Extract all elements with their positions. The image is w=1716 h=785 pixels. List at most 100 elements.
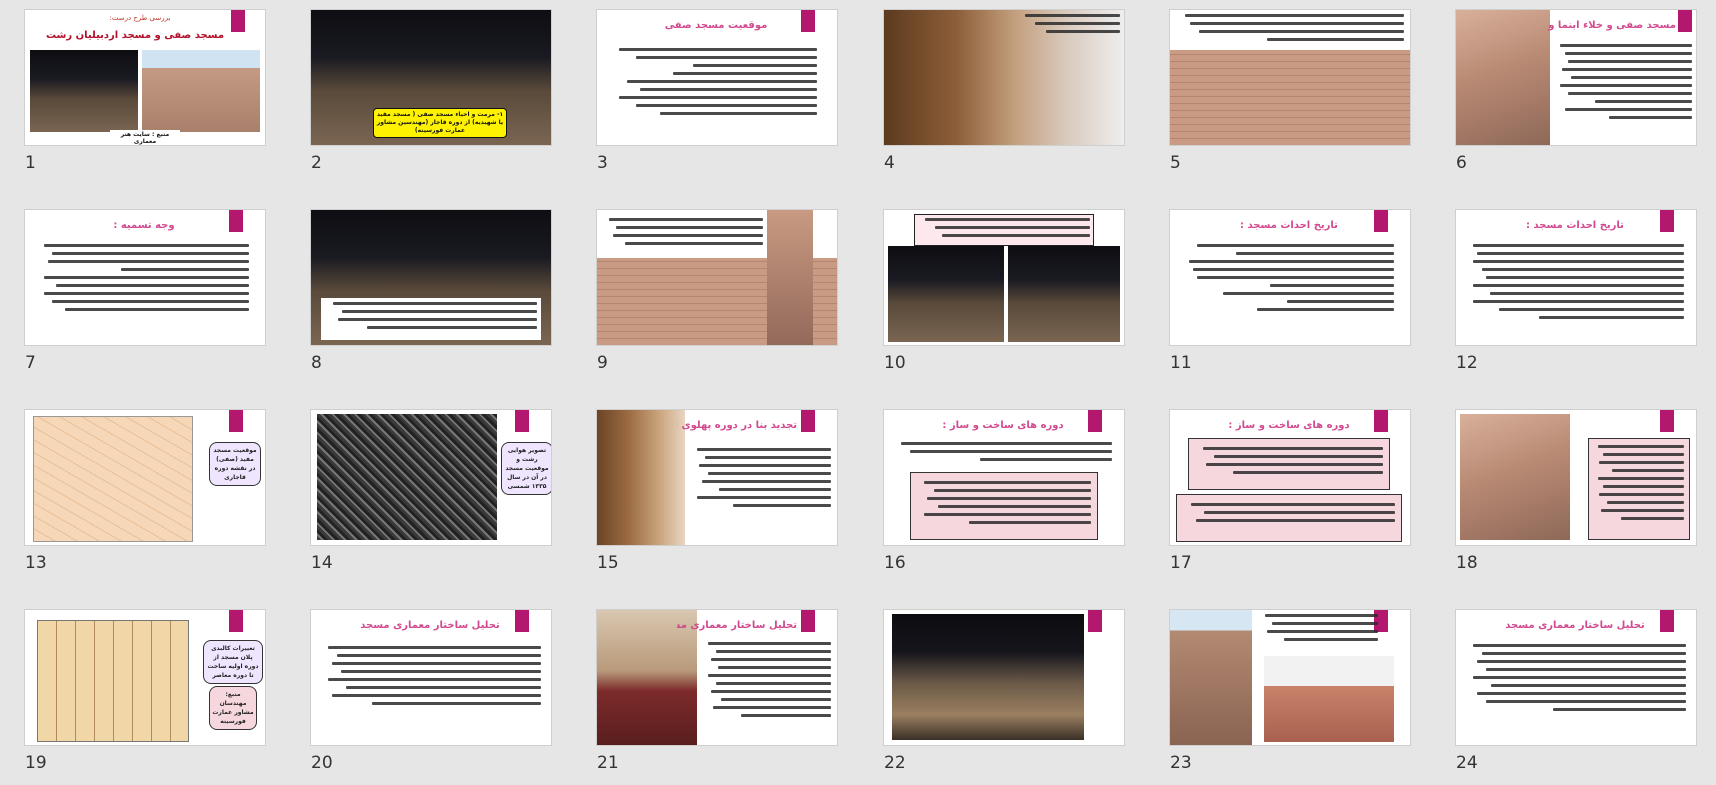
slide-tile[interactable]: تاریخ احداث مسجد : 12 (1456, 210, 1696, 385)
slide-photo (1008, 246, 1120, 342)
slide-tile[interactable]: وجه تسمیه : 7 (25, 210, 265, 385)
slide-tile[interactable]: تحلیل ساختار معماری مسجد 20 (311, 610, 551, 785)
slide-photo (1460, 414, 1570, 540)
slide-thumbnail[interactable] (1170, 10, 1410, 145)
slide-photo (30, 50, 138, 132)
slide-text (1195, 447, 1383, 479)
slide-tile[interactable]: 5 (1170, 10, 1410, 185)
slide-thumbnail[interactable]: بررسی طرح درست: مسجد صفی و مسجد اردبیلیا… (25, 10, 265, 145)
slide-tile[interactable]: تحلیل ساختار معماری مسجد 21 (597, 610, 837, 785)
slide-text (703, 642, 831, 722)
slide-text (319, 646, 541, 710)
slide-sorter-grid: بررسی طرح درست: مسجد صفی و مسجد اردبیلیا… (0, 0, 1716, 780)
slide-tile[interactable]: 10 (884, 210, 1124, 385)
slide-thumbnail[interactable]: ۱- مرمت و احیاء مسجد صفی ( مسجد مفید یا … (311, 10, 551, 145)
slide-tile[interactable]: 18 (1456, 410, 1696, 585)
slide-thumbnail[interactable]: تاریخ احداث مسجد : (1456, 210, 1696, 345)
slide-tile[interactable]: 23 (1170, 610, 1410, 785)
slide-thumbnail[interactable] (884, 610, 1124, 745)
accent-bar (801, 410, 815, 432)
slide-thumbnail[interactable]: تغییرات کالبدی پلان مسجد از دوره اولیه س… (25, 610, 265, 745)
slide-photo (317, 414, 497, 540)
slide-thumbnail[interactable] (1456, 410, 1696, 545)
slide-thumbnail[interactable] (311, 210, 551, 345)
slide-number: 17 (1170, 553, 1192, 573)
slide-title: تاریخ احداث مسجد : (1526, 220, 1624, 231)
slide-text (1260, 614, 1378, 646)
slide-text (603, 218, 763, 250)
slide-photo (1456, 10, 1550, 145)
slide-thumbnail[interactable] (884, 210, 1124, 345)
slide-thumbnail[interactable]: موقعیت مسجد مفید (صفی) در نقشه دوره قاجا… (25, 410, 265, 545)
slide-text (1464, 644, 1686, 716)
slide-tile[interactable]: دوره های ساخت و ساز : 17 (1170, 410, 1410, 585)
slide-photo (597, 410, 685, 545)
slide-tile[interactable]: بررسی طرح درست: مسجد صفی و مسجد اردبیلیا… (25, 10, 265, 185)
slide-tile[interactable]: 22 (884, 610, 1124, 785)
slide-title: تجدید بنا در دوره پهلوی اول : (677, 420, 797, 431)
slide-thumbnail[interactable]: مسجد صفی و خلاء آبنما و رودبار : (1456, 10, 1696, 145)
slide-tile[interactable]: 9 (597, 210, 837, 385)
slide-thumbnail[interactable]: تجدید بنا در دوره پهلوی اول : (597, 410, 837, 545)
slide-thumbnail[interactable]: تصویر هوایی رشت و موقعیت مسجد در آن در س… (311, 410, 551, 545)
slide-text (35, 244, 249, 316)
slide-thumbnail[interactable] (597, 210, 837, 345)
slide-thumbnail[interactable]: وجه تسمیه : (25, 210, 265, 345)
slide-text (691, 448, 831, 512)
slide-number: 16 (884, 553, 906, 573)
slide-thumbnail[interactable] (1170, 610, 1410, 745)
slide-thumbnail[interactable]: دوره های ساخت و ساز : (1170, 410, 1410, 545)
slide-tile[interactable]: تاریخ احداث مسجد : 11 (1170, 210, 1410, 385)
accent-bar (1660, 410, 1674, 432)
slide-tile[interactable]: موقعیت مسجد مفید (صفی) در نقشه دوره قاجا… (25, 410, 265, 585)
slide-title: دوره های ساخت و ساز : (1228, 420, 1350, 431)
slide-number: 10 (884, 353, 906, 373)
slide-text (1464, 244, 1684, 324)
slide-photo (767, 210, 813, 345)
slide-thumbnail[interactable]: موقعیت مسجد صفی (597, 10, 837, 145)
slide-title: تحلیل ساختار معماری مسجد (677, 620, 797, 631)
slide-photo (888, 246, 1004, 342)
slide-title: موقعیت مسجد صفی (664, 20, 768, 31)
slide-title: تحلیل ساختار معماری مسجد (360, 620, 500, 631)
slide-tile[interactable]: 8 (311, 210, 551, 385)
slide-tile[interactable]: ۱- مرمت و احیاء مسجد صفی ( مسجد مفید یا … (311, 10, 551, 185)
slide-thumbnail[interactable]: تحلیل ساختار معماری مسجد (311, 610, 551, 745)
slide-number: 2 (311, 153, 322, 173)
highlight-box (910, 472, 1098, 540)
slide-caption: ۱- مرمت و احیاء مسجد صفی ( مسجد مفید یا … (373, 108, 507, 138)
slide-number: 20 (311, 753, 333, 773)
slide-heading: مسجد صفی و مسجد اردبیلیان رشت (45, 30, 225, 41)
accent-bar (1374, 210, 1388, 232)
slide-text (1014, 14, 1120, 38)
slide-photo (892, 614, 1084, 740)
slide-tile[interactable]: مسجد صفی و خلاء آبنما و رودبار : 6 (1456, 10, 1696, 185)
slide-badge: تغییرات کالبدی پلان مسجد از دوره اولیه س… (203, 640, 263, 684)
accent-bar (1678, 10, 1692, 32)
slide-thumbnail[interactable] (884, 10, 1124, 145)
slide-text (1180, 244, 1394, 316)
slide-number: 9 (597, 353, 608, 373)
slide-tile[interactable]: تجدید بنا در دوره پهلوی اول : 15 (597, 410, 837, 585)
slide-text (1183, 503, 1395, 527)
accent-bar (515, 610, 529, 632)
slide-number: 3 (597, 153, 608, 173)
slide-thumbnail[interactable]: تاریخ احداث مسجد : (1170, 210, 1410, 345)
slide-text (611, 48, 817, 120)
accent-bar (1660, 610, 1674, 632)
slide-thumbnail[interactable]: دوره های ساخت و ساز : (884, 410, 1124, 545)
slide-badge: منبع: مهندسان مشاور عمارت فورسینه (209, 686, 257, 730)
slide-plan (37, 620, 189, 742)
slide-tile[interactable]: تصویر هوایی رشت و موقعیت مسجد در آن در س… (311, 410, 551, 585)
slide-thumbnail[interactable]: تحلیل ساختار معماری مسجد (597, 610, 837, 745)
slide-tile[interactable]: موقعیت مسجد صفی 3 (597, 10, 837, 185)
slide-number: 1 (25, 153, 36, 173)
slide-tile[interactable]: تغییرات کالبدی پلان مسجد از دوره اولیه س… (25, 610, 265, 785)
slide-number: 19 (25, 753, 47, 773)
slide-tile[interactable]: 4 (884, 10, 1124, 185)
slide-photo (1170, 610, 1252, 745)
slide-thumbnail[interactable]: تحلیل ساختار معماری مسجد (1456, 610, 1696, 745)
slide-tile[interactable]: تحلیل ساختار معماری مسجد 24 (1456, 610, 1696, 785)
slide-tile[interactable]: دوره های ساخت و ساز : 16 (884, 410, 1124, 585)
slide-number: 8 (311, 353, 322, 373)
